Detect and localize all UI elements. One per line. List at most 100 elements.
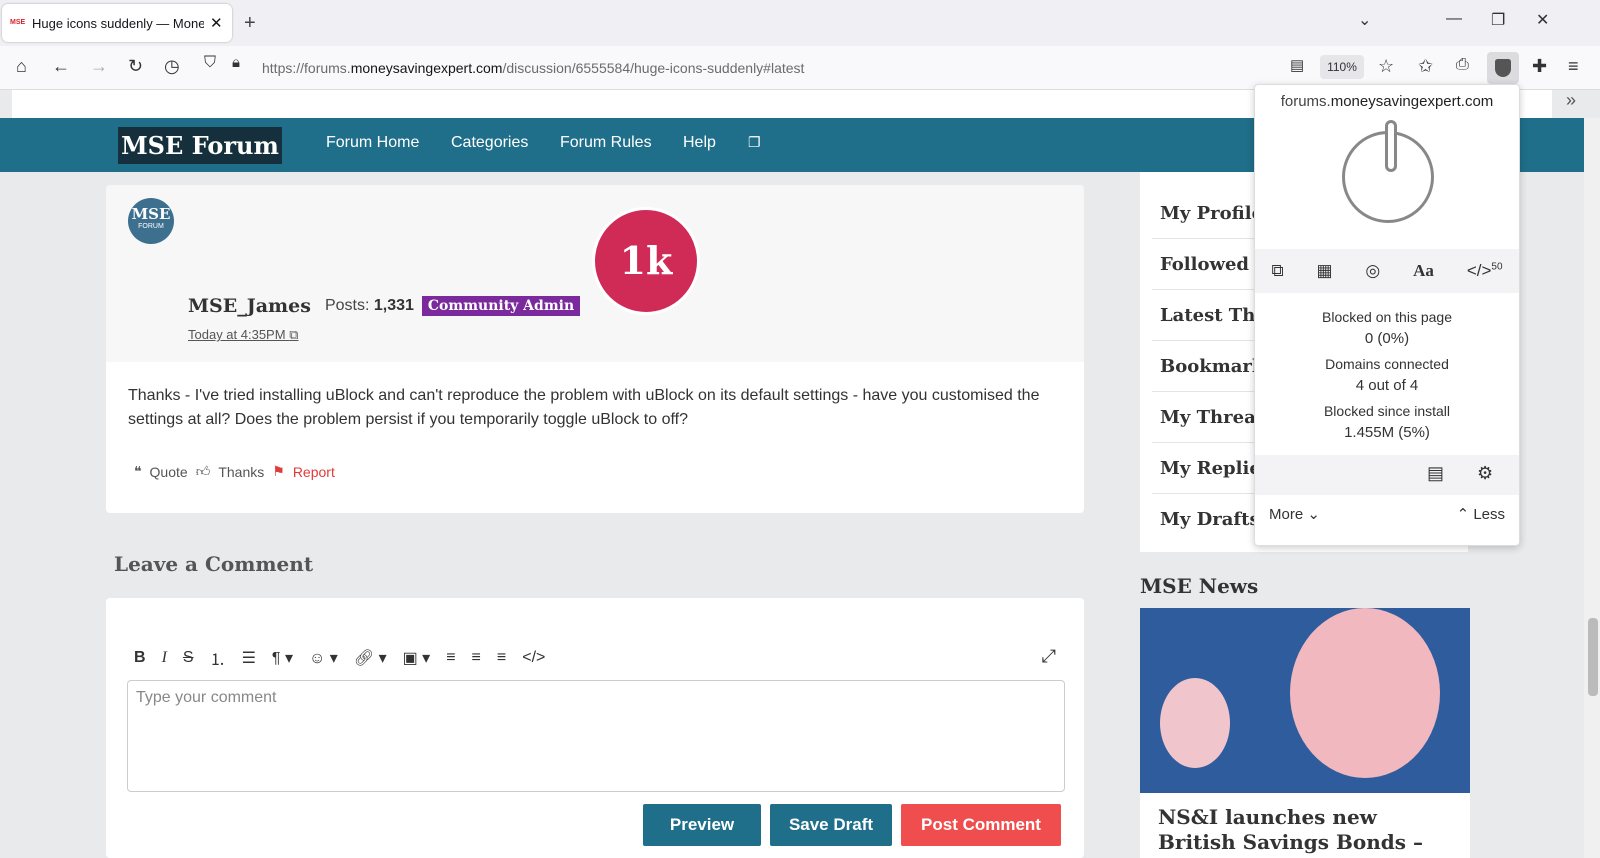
ublock-hostname: forums.moneysavingexpert.com — [1280, 93, 1494, 110]
bookmark-star-icon[interactable]: ☆ — [1378, 56, 1394, 77]
comment-input[interactable]: Type your comment — [127, 680, 1065, 792]
post-timestamp[interactable]: Today at 4:35PM ⧉ — [188, 327, 298, 343]
tab-active[interactable]: MSE Huge icons suddenly — MoneyS ✕ — [2, 4, 232, 42]
forward-icon[interactable]: → — [90, 56, 108, 77]
quote-button[interactable]: Quote — [150, 464, 188, 480]
more-button[interactable]: More ⌄ — [1269, 505, 1320, 523]
ublock-tools: ⧉ ▦ ◎ Aa </>50 — [1255, 249, 1519, 293]
report-button[interactable]: Report — [293, 464, 335, 480]
popup-blocker-icon[interactable]: ⧉ — [1271, 261, 1283, 281]
permalink-icon: ⧉ — [289, 327, 299, 342]
post-actions: ❝ Quote 👍︎ Thanks ⚑ Report — [134, 463, 343, 480]
back-icon[interactable]: ← — [52, 56, 70, 77]
extensions-icon[interactable]: ✚ — [1532, 56, 1547, 77]
ordered-list-icon[interactable]: ⒈ — [210, 646, 226, 670]
nav-categories[interactable]: Categories — [451, 134, 528, 152]
bold-icon[interactable]: B — [134, 649, 146, 667]
overflow-chevron-icon[interactable]: » — [1566, 90, 1576, 111]
post-body: Thanks - I've tried installing uBlock an… — [128, 387, 1040, 428]
mse-favicon-icon: MSE — [10, 18, 26, 28]
external-window-icon[interactable]: ❐ — [748, 134, 761, 151]
tracking-shield-icon[interactable]: ⛉ — [204, 54, 216, 72]
settings-gears-icon[interactable]: ⚙ — [1477, 463, 1493, 484]
scrollbar-thumb[interactable] — [1588, 618, 1598, 696]
leave-comment-title: Leave a Comment — [114, 552, 314, 576]
role-badge: Community Admin — [421, 296, 581, 316]
less-button[interactable]: ⌃ Less — [1457, 505, 1505, 523]
bullet-list-icon[interactable]: ☰ — [242, 648, 256, 668]
preview-button[interactable]: Preview — [643, 804, 761, 846]
javascript-icon[interactable]: </>50 — [1467, 261, 1503, 281]
post-comment-button[interactable]: Post Comment — [901, 804, 1061, 846]
print-icon[interactable]: ⎙ — [1456, 56, 1469, 74]
news-section-title: MSE News — [1140, 574, 1259, 598]
avatar-top-text: MSE — [131, 205, 171, 223]
avatar-bottom-text: FORUM — [138, 223, 164, 230]
zoom-level[interactable]: 110% — [1320, 55, 1364, 79]
history-icon[interactable]: ◷ — [164, 56, 180, 77]
paragraph-icon[interactable]: ¶ ▾ — [272, 648, 293, 668]
domains-label: Domains connected — [1325, 356, 1449, 372]
list-tabs-icon[interactable]: ⌄ — [1358, 10, 1371, 30]
power-switch-icon[interactable] — [1342, 120, 1434, 223]
blocked-page-value: 0 (0%) — [1364, 330, 1410, 347]
align-center-icon[interactable]: ≡ — [472, 649, 481, 667]
reload-icon[interactable]: ↻ — [128, 56, 143, 77]
editor-toolbar: B I S ⒈ ☰ ¶ ▾ ☺ ▾ 🔗︎ ▾ ▣ ▾ ≡ ≡ ≡ </> — [134, 646, 561, 670]
italic-icon[interactable]: I — [162, 649, 167, 667]
link-icon[interactable]: 🔗︎ ▾ — [354, 648, 387, 668]
news-headline[interactable]: NS&I launches new British Savings Bonds … — [1140, 793, 1470, 858]
minimize-icon[interactable]: — — [1446, 10, 1462, 28]
comment-editor: B I S ⒈ ☰ ¶ ▾ ☺ ▾ 🔗︎ ▾ ▣ ▾ ≡ ≡ ≡ </> ⤢ T… — [106, 598, 1084, 858]
author-line: MSE_James Posts: 1,331 Community Admin — [188, 295, 581, 317]
post-header: MSE FORUM 1k MSE_James Posts: 1,331 Comm… — [106, 185, 1084, 362]
emoji-icon[interactable]: ☺ ▾ — [309, 648, 338, 668]
avatar[interactable]: MSE FORUM — [128, 198, 174, 244]
align-left-icon[interactable]: ≡ — [446, 649, 455, 667]
menu-icon[interactable]: ≡ — [1568, 56, 1579, 77]
cosmetic-filter-icon[interactable]: ◎ — [1365, 261, 1380, 281]
fullscreen-icon[interactable]: ⤢ — [1042, 646, 1056, 667]
new-tab-icon[interactable]: + — [244, 12, 256, 35]
nav-forum-home[interactable]: Forum Home — [326, 134, 419, 152]
close-window-icon[interactable]: ✕ — [1536, 10, 1549, 30]
post-count: Posts: 1,331 — [324, 297, 414, 314]
thumbs-up-icon: 👍︎ — [195, 463, 211, 479]
align-right-icon[interactable]: ≡ — [497, 649, 506, 667]
tab-title: Huge icons suddenly — MoneyS — [32, 15, 204, 31]
restore-icon[interactable]: ❐ — [1491, 10, 1505, 30]
chevron-down-icon: ⌄ — [1307, 506, 1320, 523]
piggy-bank-small — [1160, 678, 1230, 768]
url-bar[interactable]: ⛉ 🔒︎ https://forums.moneysavingexpert.co… — [200, 52, 1290, 84]
domains-value: 4 out of 4 — [1355, 377, 1419, 394]
ublock-toolbar-button[interactable] — [1487, 52, 1519, 84]
ublock-shield-icon — [1495, 59, 1511, 77]
quote-icon: ❝ — [134, 463, 142, 479]
save-draft-button[interactable]: Save Draft — [770, 804, 892, 846]
lock-icon[interactable]: 🔒︎ — [232, 54, 240, 71]
news-image[interactable] — [1140, 608, 1470, 793]
code-icon[interactable]: </> — [522, 649, 545, 667]
blocked-install-label: Blocked since install — [1323, 403, 1451, 419]
page-scrollbar[interactable] — [1584, 118, 1600, 858]
flag-icon: ⚑ — [272, 463, 285, 479]
media-blocker-icon[interactable]: ▦ — [1316, 261, 1332, 281]
nav-forum-rules[interactable]: Forum Rules — [560, 134, 652, 152]
remote-fonts-icon[interactable]: Aa — [1413, 261, 1434, 281]
nav-help[interactable]: Help — [683, 134, 716, 152]
author-name[interactable]: MSE_James — [188, 295, 311, 317]
strikethrough-icon[interactable]: S — [183, 649, 194, 667]
image-icon[interactable]: ▣ ▾ — [403, 648, 431, 668]
post-card: MSE FORUM 1k MSE_James Posts: 1,331 Comm… — [106, 185, 1084, 513]
home-icon[interactable]: ⌂ — [16, 56, 27, 77]
bookmarks-icon[interactable]: ✩ — [1418, 56, 1433, 77]
thanks-button[interactable]: Thanks — [218, 464, 264, 480]
site-logo[interactable]: MSE Forum — [118, 127, 282, 164]
tab-bar: MSE Huge icons suddenly — MoneyS ✕ + ⌄ —… — [0, 0, 1600, 46]
ublock-stats: Blocked on this page 0 (0%) Domains conn… — [1255, 307, 1519, 448]
logger-icon[interactable]: ▤ — [1427, 463, 1444, 484]
rank-badge: 1k — [592, 207, 700, 315]
piggy-bank-large — [1290, 608, 1440, 778]
close-tab-icon[interactable]: ✕ — [210, 14, 223, 32]
reader-view-icon[interactable]: ▤ — [1290, 56, 1304, 74]
